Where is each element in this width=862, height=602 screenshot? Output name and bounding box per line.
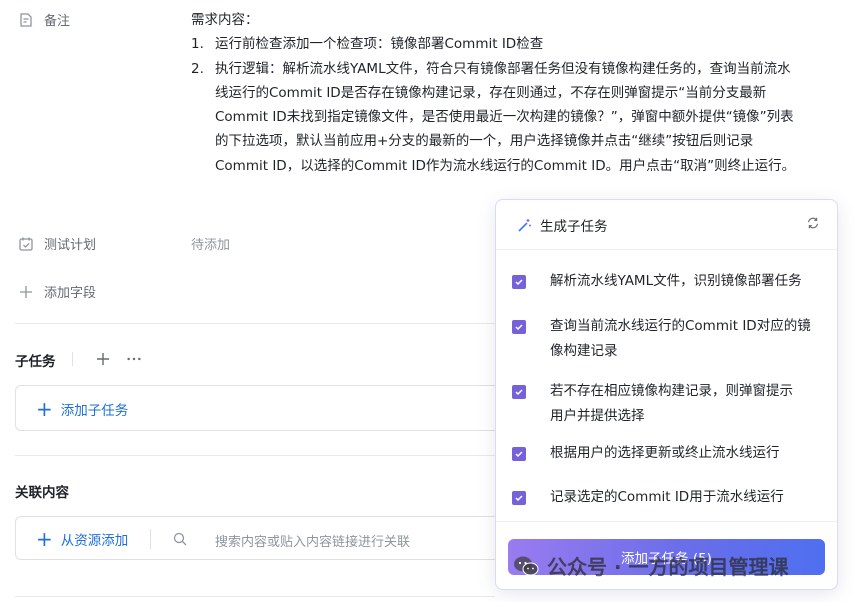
checkbox-checked[interactable]: [512, 447, 526, 461]
description-item-text: 执行逻辑：解析流水线YAML文件，符合只有镜像部署任务但没有镜像构建任务的，查询…: [215, 60, 796, 174]
separator: [150, 529, 151, 549]
description-heading: 需求内容：: [191, 12, 259, 28]
subtask-option[interactable]: 查询当前流水线运行的Commit ID对应的镜像构建记录: [510, 317, 820, 363]
checkbox-checked[interactable]: [512, 491, 526, 505]
add-subtask-plus-icon[interactable]: [95, 351, 111, 367]
popup-header: 生成子任务: [496, 200, 837, 250]
calendar-check-icon: [18, 236, 34, 252]
add-field-button[interactable]: 添加字段: [18, 282, 96, 301]
subtask-option[interactable]: 根据用户的选择更新或终止流水线运行: [510, 444, 820, 466]
refresh-icon[interactable]: [805, 215, 821, 231]
wechat-icon: [513, 555, 539, 577]
subtask-option[interactable]: 若不存在相应镜像构建记录，则弹窗提示用户并提供选择: [510, 382, 820, 428]
description-item: 1. 运行前检查添加一个检查项：镜像部署Commit ID检查: [191, 32, 801, 56]
description-item-number: 2.: [191, 60, 204, 77]
description-item-number: 1.: [191, 36, 204, 53]
subtasks-title: 子任务: [15, 354, 56, 370]
add-from-resource-label: 从资源添加: [60, 533, 129, 549]
test-plan-value[interactable]: 待添加: [191, 234, 230, 253]
related-title: 关联内容: [15, 485, 69, 501]
watermark-text: 公众号 · 一方的项目管理课: [547, 555, 789, 579]
watermark: 公众号 · 一方的项目管理课: [513, 551, 789, 580]
subtask-box: + 添加子任务: [15, 385, 505, 431]
separator: [72, 352, 73, 366]
add-field-label: 添加字段: [44, 286, 97, 301]
description-item-text: 运行前检查添加一个检查项：镜像部署Commit ID检查: [215, 36, 544, 53]
add-from-resource-button[interactable]: + 从资源添加: [36, 529, 128, 549]
plus-icon: [18, 284, 34, 300]
test-plan-field-label: 测试计划: [18, 234, 96, 253]
subtask-option-text: 若不存在相应镜像构建记录，则弹窗提示用户并提供选择: [550, 383, 793, 424]
subtask-option-text: 查询当前流水线运行的Commit ID对应的镜像构建记录: [550, 318, 811, 359]
description-content: 需求内容： 1. 运行前检查添加一个检查项：镜像部署Commit ID检查 2.…: [191, 8, 801, 178]
remark-label: 备注: [44, 14, 71, 29]
divider: [15, 455, 495, 456]
popup-title: 生成子任务: [540, 218, 608, 235]
more-icon[interactable]: [126, 351, 142, 367]
related-box: + 从资源添加 搜索内容或贴入内容链接进行关联: [15, 516, 505, 560]
plus-icon: +: [36, 397, 53, 421]
plus-icon: +: [36, 527, 53, 551]
divider: [15, 323, 495, 324]
test-plan-label: 测试计划: [44, 238, 97, 253]
generate-subtasks-popup: 生成子任务 解析流水线YAML文件，识别镜像部署任务 查询当前流水线运行的Com…: [495, 199, 838, 590]
checkbox-checked[interactable]: [512, 385, 526, 399]
description-item: 2. 执行逻辑：解析流水线YAML文件，符合只有镜像部署任务但没有镜像构建任务的…: [191, 57, 801, 178]
divider: [15, 596, 495, 597]
subtask-option-text: 解析流水线YAML文件，识别镜像部署任务: [550, 273, 802, 289]
subtask-option-text: 根据用户的选择更新或终止流水线运行: [550, 445, 780, 461]
remark-field-label: 备注: [18, 10, 70, 29]
magic-wand-icon: [516, 217, 532, 233]
subtask-option-text: 记录选定的Commit ID用于流水线运行: [550, 489, 784, 505]
subtask-option[interactable]: 解析流水线YAML文件，识别镜像部署任务: [510, 272, 820, 294]
divider: [496, 521, 837, 522]
checkbox-checked[interactable]: [512, 275, 526, 289]
related-search-input[interactable]: 搜索内容或贴入内容链接进行关联: [215, 531, 410, 550]
note-icon: [18, 12, 34, 28]
add-subtask-button[interactable]: + 添加子任务: [36, 399, 128, 419]
search-icon: [172, 531, 188, 547]
description-list: 1. 运行前检查添加一个检查项：镜像部署Commit ID检查 2. 执行逻辑：…: [191, 32, 801, 178]
add-subtask-label: 添加子任务: [60, 403, 129, 419]
subtask-option[interactable]: 记录选定的Commit ID用于流水线运行: [510, 488, 820, 510]
checkbox-checked[interactable]: [512, 320, 526, 334]
